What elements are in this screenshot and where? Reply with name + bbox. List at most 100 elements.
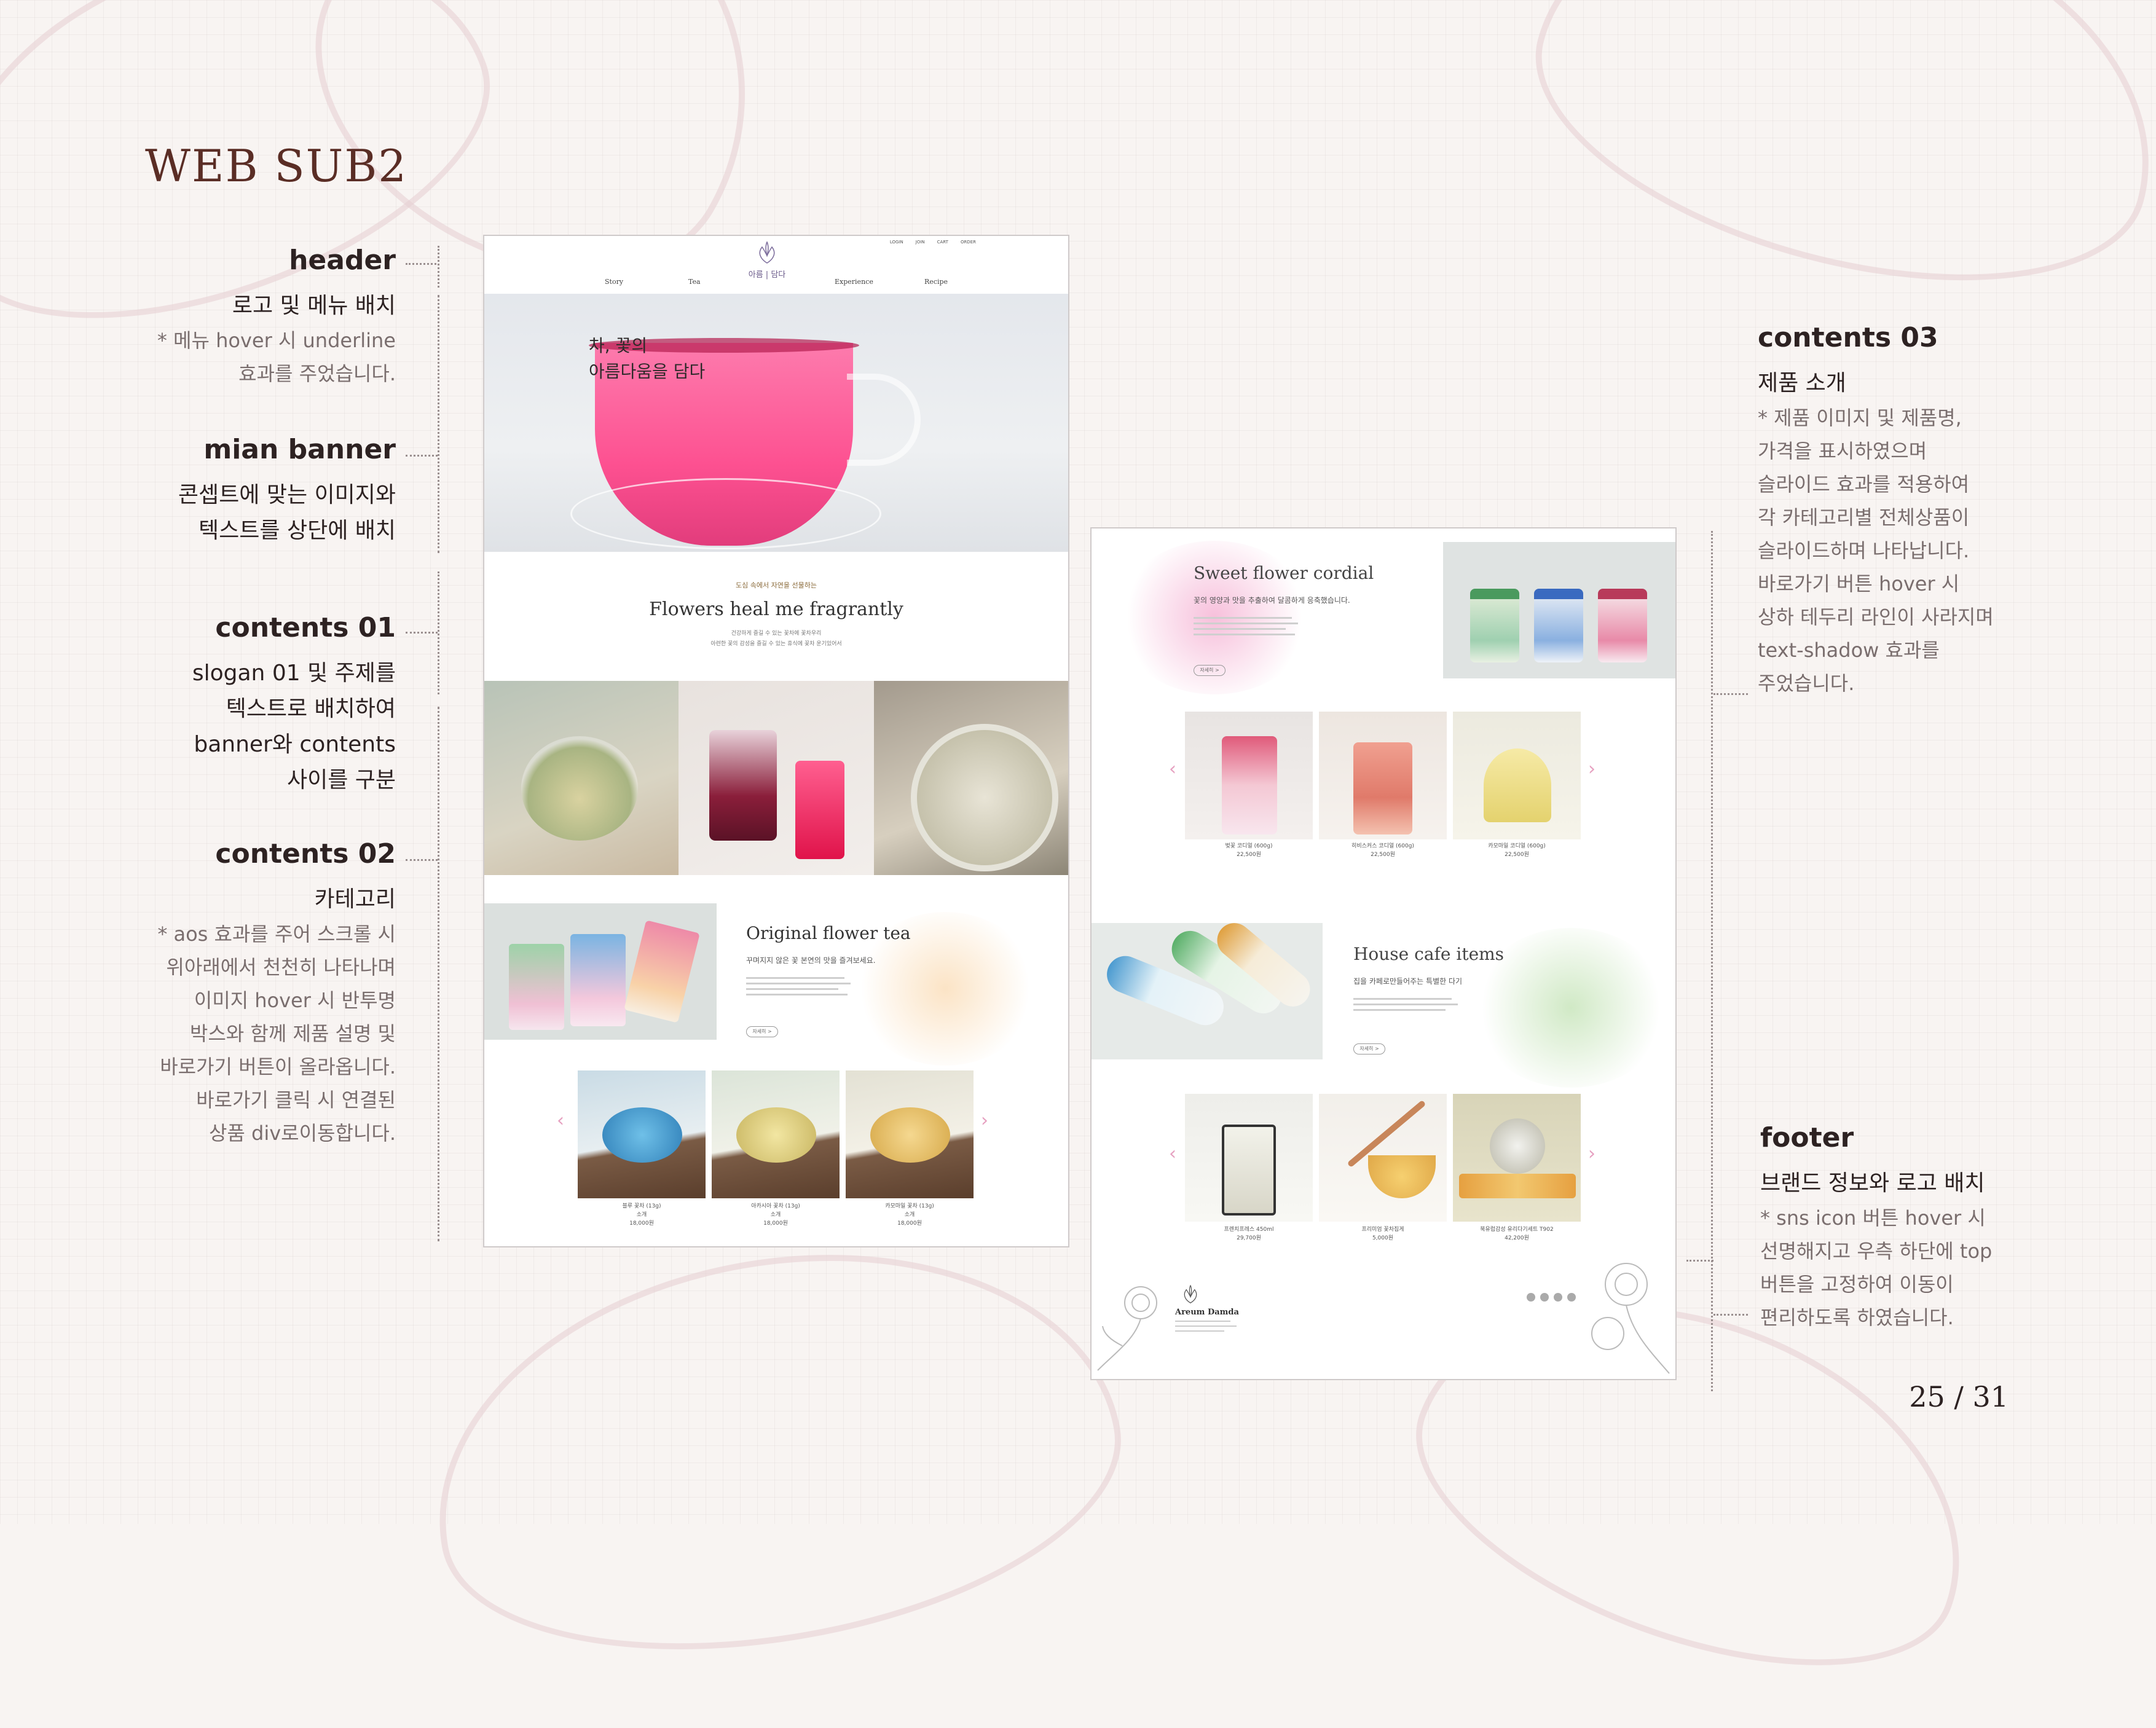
category-image-hibiscus[interactable]	[679, 681, 874, 875]
flower-logo-icon	[1184, 1284, 1197, 1304]
slider-prev-icon[interactable]: ‹	[1169, 758, 1176, 780]
section-title-cafe: House cafe items	[1353, 944, 1505, 964]
product-price: 18,000원	[763, 1220, 788, 1227]
product-image-glass-tea-set[interactable]	[1453, 1094, 1581, 1222]
cafe-bottles-image	[1092, 923, 1323, 1059]
tea-canister	[570, 934, 626, 1026]
product-desc: 소개	[904, 1212, 915, 1218]
slogan-section: 도심 속에서 자연을 선물하는 Flowers heal me fragrant…	[484, 580, 1068, 647]
facebook-icon[interactable]	[1527, 1293, 1535, 1302]
order-link[interactable]: ORDER	[961, 240, 976, 245]
note-contents-02: contents 02 카테고리 * aos 효과를 주어 스크롤 시 위아래에…	[113, 838, 396, 1150]
instagram-icon[interactable]	[1540, 1293, 1549, 1302]
original-more-button[interactable]: 자세히 >	[746, 1026, 778, 1037]
acacia-tea-pot	[736, 1107, 816, 1163]
product-image-tongs[interactable]	[1319, 1094, 1447, 1222]
product-caption: 카모마일 코디얼 (600g) 22,500원	[1453, 842, 1581, 859]
connector-line	[406, 632, 438, 634]
nav-recipe[interactable]: Recipe	[924, 278, 948, 286]
connector-line	[1686, 1260, 1713, 1262]
tea-canister	[509, 944, 564, 1030]
product-price: 22,500원	[1505, 852, 1529, 858]
product-image-chamomile-cordial[interactable]	[1453, 712, 1581, 839]
product-desc: 소개	[636, 1212, 647, 1218]
product-price: 42,200원	[1505, 1235, 1529, 1241]
slider-next-icon[interactable]: ›	[1588, 758, 1595, 780]
note-line: 상품 div로이동합니다.	[208, 1121, 396, 1145]
product-caption: 블루 꽃차 (13g) 소개 18,000원	[578, 1202, 706, 1228]
cart-link[interactable]: CART	[937, 240, 948, 245]
note-banner: mian banner 콘셉트에 맞는 이미지와 텍스트를 상단에 배치	[113, 434, 396, 549]
product-image-chamomile-tea[interactable]	[846, 1070, 974, 1198]
product-name: 북유럽감성 유리다기세트 T902	[1480, 1227, 1554, 1233]
section-body-lines	[746, 973, 857, 999]
login-link[interactable]: LOGIN	[890, 240, 903, 245]
slider-prev-icon[interactable]: ‹	[1169, 1143, 1176, 1164]
cordial-glass	[1484, 748, 1551, 822]
footer-brand: Areum Damda	[1175, 1284, 1249, 1335]
product-caption: 히비스커스 코디얼 (600g) 22,500원	[1319, 842, 1447, 859]
section-title-cordial: Sweet flower cordial	[1194, 563, 1374, 583]
note-footer: footer 브랜드 정보와 로고 배치 * sns icon 버튼 hover…	[1760, 1122, 2055, 1334]
connector-line	[1711, 531, 1713, 1391]
note-heading: contents 03	[1758, 322, 1938, 353]
connector-line	[406, 455, 438, 457]
note-line: 주었습니다.	[1758, 672, 1855, 695]
join-link[interactable]: JOIN	[916, 240, 925, 245]
note-line: 상하 테두리 라인이 사라지며	[1758, 605, 1994, 629]
product-caption: 벚꽃 코디얼 (600g) 22,500원	[1185, 842, 1313, 859]
note-line: 바로가기 클릭 시 연결된	[196, 1088, 396, 1112]
cafe-more-button[interactable]: 자세히 >	[1353, 1043, 1385, 1054]
product-image-french-press[interactable]	[1185, 1094, 1313, 1222]
product-image-cherry-cordial[interactable]	[1185, 712, 1313, 839]
note-desc: 콘셉트에 맞는 이미지와	[178, 482, 396, 508]
product-price: 22,500원	[1237, 852, 1261, 858]
section-desc-cafe: 집을 카페로만들어주는 특별한 다기	[1353, 977, 1463, 986]
note-contents-01: contents 01 slogan 01 및 주제를 텍스트로 배치하여 ba…	[113, 612, 396, 798]
cordial-jar	[1598, 589, 1647, 662]
french-press	[1222, 1125, 1276, 1215]
connector-line	[1713, 1314, 1748, 1316]
blue-tea-pot	[602, 1107, 682, 1163]
note-desc: 브랜드 정보와 로고 배치	[1760, 1171, 1985, 1196]
blog-icon[interactable]	[1567, 1293, 1576, 1302]
site-logo[interactable]: 아름 | 담다	[736, 241, 798, 280]
cordial-more-button[interactable]: 자세히 >	[1194, 665, 1226, 676]
category-image-infuser[interactable]	[874, 681, 1068, 875]
product-image-acacia-tea[interactable]	[712, 1070, 840, 1198]
note-line: 바로가기 버튼 hover 시	[1758, 572, 1960, 595]
connector-line	[438, 707, 439, 1241]
chamomile-tea-pot	[870, 1107, 950, 1163]
connector-line	[1713, 693, 1748, 695]
logo-text: 아름 | 담다	[748, 270, 786, 280]
tea-canister	[624, 920, 700, 1023]
nav-story[interactable]: Story	[605, 278, 623, 286]
product-price: 29,700원	[1237, 1235, 1261, 1241]
note-line: 박스와 함께 제품 설명 및	[189, 1022, 396, 1045]
slider-prev-icon[interactable]: ‹	[557, 1110, 564, 1131]
product-image-blue-tea[interactable]	[578, 1070, 706, 1198]
flower-logo-icon	[759, 241, 775, 264]
nav-experience[interactable]: Experience	[835, 278, 873, 286]
cup-handle	[847, 374, 921, 466]
floral-line-art-left	[1097, 1286, 1157, 1371]
youtube-icon[interactable]	[1554, 1293, 1562, 1302]
nav-tea[interactable]: Tea	[688, 278, 701, 286]
web-sub2-screenshot-right: Sweet flower cordial 꽃의 영양과 맛을 추출하여 달콤하게…	[1090, 527, 1677, 1380]
product-caption: 아카시아 꽃차 (13g) 소개 18,000원	[712, 1202, 840, 1228]
note-line: 이미지 hover 시 반투명	[194, 989, 396, 1012]
connector-line	[438, 295, 439, 553]
category-image-teapot[interactable]	[484, 681, 679, 875]
cordial-glass	[1222, 736, 1277, 835]
note-heading: mian banner	[203, 434, 396, 465]
product-name: 아카시아 꽃차 (13g)	[751, 1203, 800, 1209]
note-line: text-shadow 효과를	[1758, 638, 1940, 662]
slogan-sub-2: 아련한 꽃의 감성을 즐길 수 있는 휴식에 꽃차 운기있어서	[710, 641, 842, 647]
cordial-jar	[1534, 589, 1583, 662]
note-heading: header	[289, 245, 396, 276]
slider-next-icon[interactable]: ›	[981, 1110, 988, 1131]
product-image-hibiscus-cordial[interactable]	[1319, 712, 1447, 839]
section-body-lines	[1353, 994, 1476, 1015]
note-line: * sns icon 버튼 hover 시	[1760, 1206, 1986, 1230]
slider-next-icon[interactable]: ›	[1588, 1143, 1595, 1164]
